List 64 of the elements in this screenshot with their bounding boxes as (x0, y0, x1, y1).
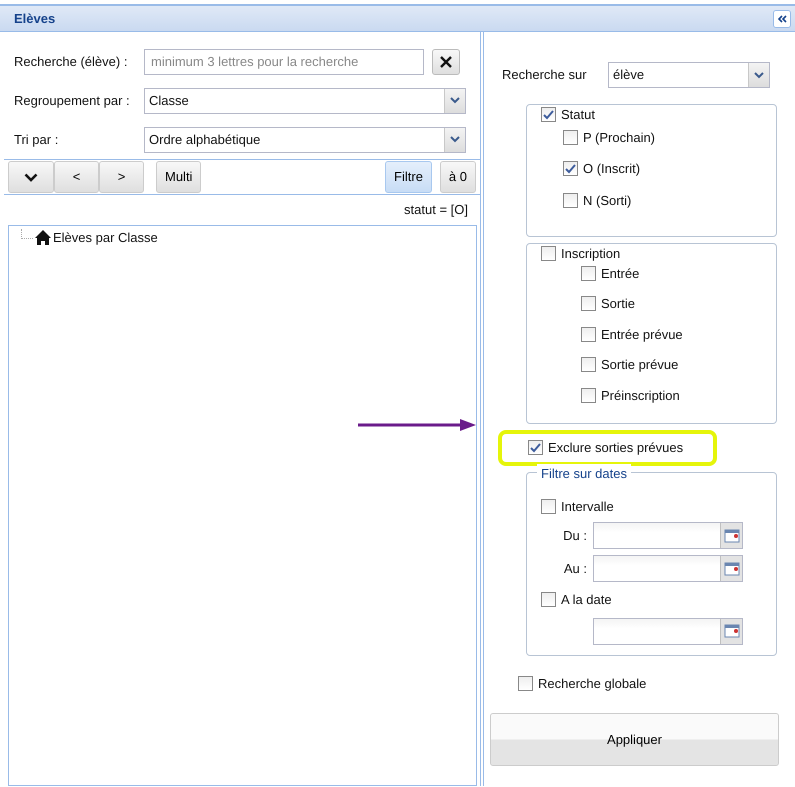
toolbar-button[interactable]: < (54, 161, 99, 193)
dropdown[interactable]: Classe (144, 88, 466, 114)
checkbox[interactable] (541, 107, 556, 122)
checkbox-label: Inscription (561, 245, 620, 263)
checkbox[interactable] (581, 296, 596, 312)
toolbar-button[interactable]: Filtre (385, 161, 432, 193)
checkbox-label: Recherche globale (538, 674, 646, 693)
checkbox-label: Sortie (601, 295, 635, 313)
checkbox-label: Exclure sorties prévues (548, 439, 684, 457)
checkbox[interactable] (528, 440, 543, 456)
checkbox[interactable] (518, 676, 533, 691)
checkbox-label: O (Inscrit) (583, 160, 640, 178)
toolbar-button[interactable]: à 0 (440, 161, 476, 193)
checkbox[interactable] (563, 192, 578, 208)
caret-icon[interactable] (450, 97, 460, 104)
caret-icon[interactable] (754, 72, 764, 78)
chevron-down-icon[interactable] (24, 172, 38, 182)
date-field[interactable] (593, 618, 743, 644)
arrow-icon (358, 418, 476, 432)
field-label: Au : (562, 560, 587, 578)
expand-button[interactable] (8, 161, 54, 193)
date-field[interactable] (593, 555, 743, 582)
checkbox[interactable] (581, 357, 596, 372)
field-label: Recherche (élève) : (14, 52, 128, 71)
calendar-icon[interactable] (724, 528, 740, 542)
double-chevron-left-icon[interactable] (777, 14, 787, 22)
search-field[interactable]: minimum 3 lettres pour la recherche (144, 48, 424, 74)
collapse-button[interactable] (773, 10, 791, 28)
field-label: Du : (562, 526, 587, 545)
dropdown[interactable]: Ordre alphabétique (144, 126, 466, 152)
filter-summary: statut = [O] (404, 202, 468, 217)
checkbox-label: P (Prochain) (583, 128, 656, 147)
caret-icon[interactable] (450, 136, 460, 143)
toolbar-button[interactable]: Multi (156, 161, 202, 193)
checkbox[interactable] (581, 326, 596, 342)
panel-title: Elèves (14, 10, 56, 28)
toolbar-button[interactable]: > (99, 161, 144, 193)
checkbox-label: N (Sorti) (583, 192, 632, 210)
apply-button[interactable]: Appliquer (490, 713, 779, 766)
close-icon[interactable] (440, 56, 452, 68)
field-label: Regroupement par : (14, 92, 131, 110)
checkbox-label: Entrée (601, 264, 640, 282)
date-field[interactable] (593, 522, 743, 549)
checkbox-label: Intervalle (561, 498, 614, 516)
calendar-icon[interactable] (724, 562, 740, 576)
checkbox-label: Entrée prévue (601, 326, 683, 344)
checkbox-label: Sortie prévue (601, 356, 678, 374)
field-label: Tri par : (14, 130, 60, 149)
checkbox[interactable] (563, 130, 578, 145)
checkbox[interactable] (541, 246, 556, 262)
tree-item[interactable]: Elèves par Classe (53, 228, 158, 248)
checkbox-label: Statut (561, 106, 595, 124)
home-icon (35, 230, 51, 246)
checkbox[interactable] (541, 498, 556, 514)
checkbox[interactable] (581, 266, 596, 281)
checkbox[interactable] (581, 388, 596, 403)
calendar-icon[interactable] (724, 624, 740, 638)
checkbox[interactable] (563, 161, 578, 176)
close-button[interactable] (432, 48, 460, 74)
checkbox-label: A la date (561, 591, 612, 609)
field-label: Recherche sur (502, 66, 588, 84)
dropdown[interactable]: élève (608, 62, 770, 88)
checkbox-label: Préinscription (601, 386, 680, 405)
checkbox[interactable] (541, 592, 556, 608)
